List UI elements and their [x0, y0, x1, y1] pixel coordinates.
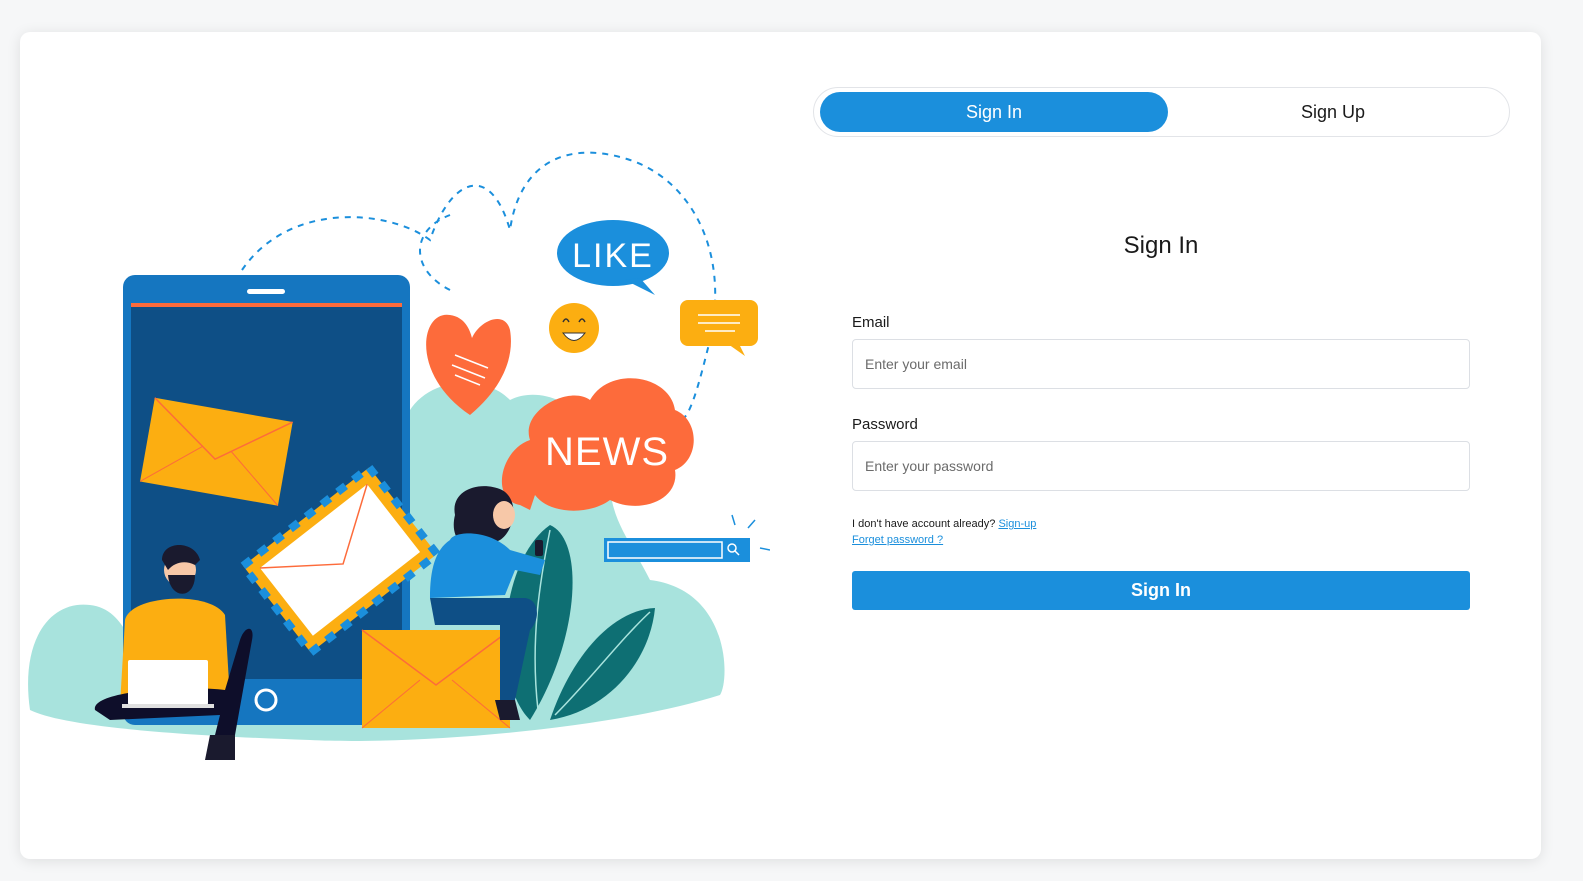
password-field[interactable]	[852, 441, 1470, 491]
forgot-password-link[interactable]: Forget password ?	[852, 534, 943, 546]
dashed-loop	[419, 214, 451, 291]
tab-sign-in[interactable]: Sign In	[820, 92, 1168, 132]
signup-link[interactable]: Sign-up	[998, 518, 1036, 530]
phone-speaker	[247, 289, 285, 294]
laptop	[128, 660, 208, 705]
helper-links: I don't have account already? Sign-up Fo…	[852, 516, 1036, 548]
no-account-text: I don't have account already?	[852, 518, 996, 530]
form-title: Sign In	[1123, 232, 1199, 259]
communication-illustration: LIKE NEWS	[28, 151, 770, 760]
email-field[interactable]	[852, 339, 1470, 389]
tab-sign-up[interactable]: Sign Up	[1159, 92, 1507, 132]
sign-in-button[interactable]: Sign In	[852, 571, 1470, 610]
news-text: NEWS	[545, 430, 669, 474]
auth-tabs: Sign In Sign Up	[813, 87, 1510, 137]
like-text: LIKE	[572, 237, 654, 275]
like-bubble: LIKE	[557, 220, 669, 295]
smiley-icon	[549, 303, 599, 353]
email-label: Email	[852, 314, 890, 331]
chat-bubble	[680, 300, 758, 356]
search-bar-graphic	[604, 514, 770, 562]
password-label: Password	[852, 416, 918, 433]
envelope-box	[361, 629, 511, 729]
